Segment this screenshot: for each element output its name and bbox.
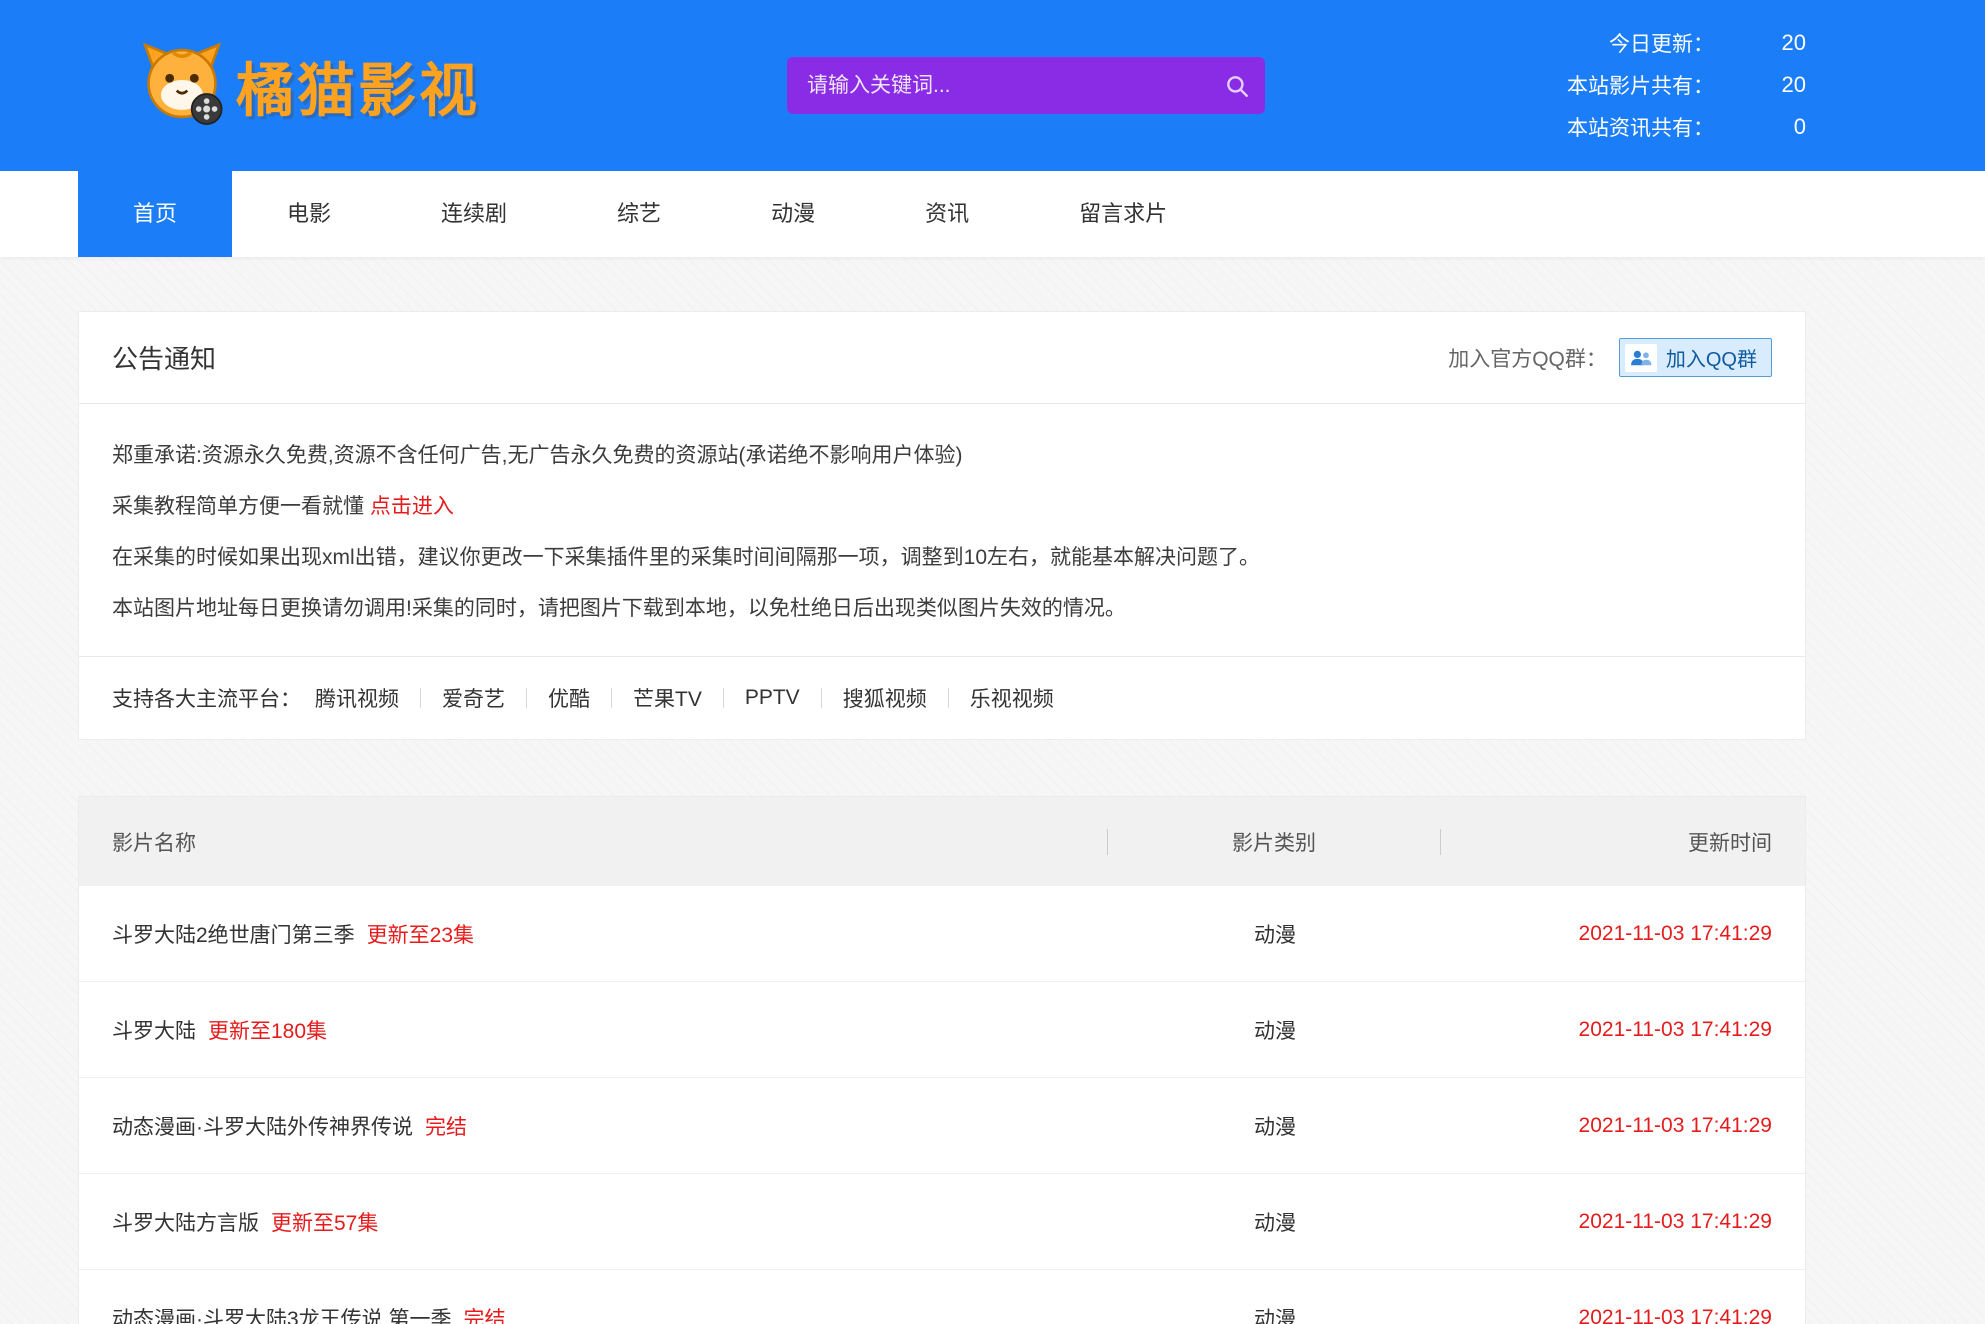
table-row[interactable]: 斗罗大陆更新至180集 动漫 2021-11-03 17:41:29 <box>79 982 1805 1078</box>
video-update-time: 2021-11-03 17:41:29 <box>1441 1018 1805 1042</box>
platform-link-letv[interactable]: 乐视视频 <box>970 683 1054 713</box>
nav-item-home[interactable]: 首页 <box>78 171 232 257</box>
video-table: 影片名称 影片类别 更新时间 斗罗大陆2绝世唐门第三季更新至23集 动漫 202… <box>78 796 1806 1324</box>
video-status: 更新至180集 <box>208 1020 327 1043</box>
divider <box>611 688 612 708</box>
notice-line-promise: 郑重承诺:资源永久免费,资源不含任何广告,无广告永久免费的资源站(承诺绝不影响用… <box>112 430 1772 481</box>
notice-title: 公告通知 <box>112 339 216 376</box>
divider <box>420 688 421 708</box>
main-nav: 首页 电影 连续剧 综艺 动漫 资讯 留言求片 <box>0 171 1985 257</box>
qq-group-area: 加入官方QQ群： 加入QQ群 <box>1448 338 1772 377</box>
video-update-time: 2021-11-03 17:41:29 <box>1441 1114 1805 1138</box>
platform-link-iqiyi[interactable]: 爱奇艺 <box>442 683 505 713</box>
notice-line-tutorial: 采集教程简单方便一看就懂 点击进入 <box>112 481 1772 532</box>
notice-line-image-tip: 本站图片地址每日更换请勿调用!采集的同时，请把图片下载到本地，以免杜绝日后出现类… <box>112 583 1772 634</box>
nav-item-news[interactable]: 资讯 <box>870 171 1024 257</box>
divider <box>821 688 822 708</box>
table-row[interactable]: 斗罗大陆2绝世唐门第三季更新至23集 动漫 2021-11-03 17:41:2… <box>79 886 1805 982</box>
site-logo[interactable]: 橘猫影视 <box>138 39 480 132</box>
main-content: 公告通知 加入官方QQ群： 加入QQ群 <box>78 311 1806 1324</box>
video-status: 完结 <box>464 1308 506 1324</box>
video-update-time: 2021-11-03 17:41:29 <box>1441 922 1805 946</box>
divider <box>526 688 527 708</box>
video-category: 动漫 <box>1109 1207 1441 1237</box>
stat-label: 本站资讯共有： <box>1567 112 1714 142</box>
search-input[interactable] <box>787 57 1209 114</box>
notice-card-header: 公告通知 加入官方QQ群： 加入QQ群 <box>79 312 1805 404</box>
table-row[interactable]: 斗罗大陆方言版更新至57集 动漫 2021-11-03 17:41:29 <box>79 1174 1805 1270</box>
video-name-cell: 斗罗大陆2绝世唐门第三季更新至23集 <box>79 919 1109 949</box>
notice-body: 郑重承诺:资源永久免费,资源不含任何广告,无广告永久免费的资源站(承诺绝不影响用… <box>79 404 1805 656</box>
nav-items: 首页 电影 连续剧 综艺 动漫 资讯 留言求片 <box>78 171 1985 257</box>
video-name-cell: 斗罗大陆更新至180集 <box>79 1015 1109 1045</box>
platform-link-tencent[interactable]: 腾讯视频 <box>315 683 399 713</box>
platforms-label: 支持各大主流平台： <box>112 683 301 713</box>
video-title-link[interactable]: 动态漫画·斗罗大陆外传神界传说 <box>112 1116 413 1139</box>
search-icon[interactable] <box>1209 57 1265 114</box>
video-category: 动漫 <box>1109 1015 1441 1045</box>
tutorial-text: 采集教程简单方便一看就懂 <box>112 495 370 518</box>
stat-value: 20 <box>1714 72 1806 98</box>
platforms-bar: 支持各大主流平台： 腾讯视频 爱奇艺 优酷 芒果TV PPTV 搜狐视频 乐视视… <box>79 656 1805 739</box>
stat-total-videos: 本站影片共有： 20 <box>1567 64 1806 106</box>
nav-item-anime[interactable]: 动漫 <box>716 171 870 257</box>
nav-item-variety[interactable]: 综艺 <box>562 171 716 257</box>
stat-today-updates: 今日更新： 20 <box>1567 22 1806 64</box>
video-category: 动漫 <box>1109 1303 1441 1324</box>
search-box <box>787 57 1265 114</box>
column-header-time: 更新时间 <box>1441 827 1805 857</box>
site-name: 橘猫影视 <box>236 44 480 128</box>
click-enter-link[interactable]: 点击进入 <box>370 495 454 518</box>
video-update-time: 2021-11-03 17:41:29 <box>1441 1210 1805 1234</box>
nav-item-request[interactable]: 留言求片 <box>1024 171 1222 257</box>
table-row[interactable]: 动态漫画·斗罗大陆外传神界传说完结 动漫 2021-11-03 17:41:29 <box>79 1078 1805 1174</box>
cat-logo-icon <box>138 39 226 132</box>
platform-link-sohu[interactable]: 搜狐视频 <box>843 683 927 713</box>
video-title-link[interactable]: 斗罗大陆 <box>112 1020 196 1043</box>
nav-item-movies[interactable]: 电影 <box>232 171 386 257</box>
site-stats: 今日更新： 20 本站影片共有： 20 本站资讯共有： 0 <box>1567 22 1806 148</box>
video-status: 更新至57集 <box>271 1212 378 1235</box>
column-header-category: 影片类别 <box>1108 827 1440 857</box>
divider <box>723 688 724 708</box>
page: 橘猫影视 今日更新： 20 本站影片共有： 20 本站资讯共有： 0 <box>0 0 1985 1324</box>
video-status: 更新至23集 <box>367 924 474 947</box>
qq-group-label: 加入官方QQ群： <box>1448 343 1607 373</box>
site-header: 橘猫影视 今日更新： 20 本站影片共有： 20 本站资讯共有： 0 <box>0 0 1985 171</box>
video-name-cell: 动态漫画·斗罗大陆外传神界传说完结 <box>79 1111 1109 1141</box>
join-qq-button[interactable]: 加入QQ群 <box>1619 338 1772 377</box>
nav-item-series[interactable]: 连续剧 <box>386 171 562 257</box>
video-status: 完结 <box>425 1116 467 1139</box>
notice-line-xml-tip: 在采集的时候如果出现xml出错，建议你更改一下采集插件里的采集时间间隔那一项，调… <box>112 532 1772 583</box>
video-update-time: 2021-11-03 17:41:29 <box>1441 1306 1805 1324</box>
video-category: 动漫 <box>1109 919 1441 949</box>
column-header-name: 影片名称 <box>79 827 1107 857</box>
divider <box>948 688 949 708</box>
platform-link-pptv[interactable]: PPTV <box>745 686 800 710</box>
table-header-row: 影片名称 影片类别 更新时间 <box>79 797 1805 886</box>
stat-label: 本站影片共有： <box>1567 70 1714 100</box>
join-qq-button-label: 加入QQ群 <box>1666 343 1757 372</box>
platform-link-youku[interactable]: 优酷 <box>548 683 590 713</box>
platform-link-mgtv[interactable]: 芒果TV <box>633 683 702 713</box>
stat-total-news: 本站资讯共有： 0 <box>1567 106 1806 148</box>
video-name-cell: 动态漫画·斗罗大陆3龙王传说 第一季完结 <box>79 1303 1109 1324</box>
table-row[interactable]: 动态漫画·斗罗大陆3龙王传说 第一季完结 动漫 2021-11-03 17:41… <box>79 1270 1805 1324</box>
qq-group-icon <box>1625 344 1657 372</box>
video-name-cell: 斗罗大陆方言版更新至57集 <box>79 1207 1109 1237</box>
video-category: 动漫 <box>1109 1111 1441 1141</box>
stat-value: 0 <box>1714 114 1806 140</box>
video-title-link[interactable]: 斗罗大陆2绝世唐门第三季 <box>112 924 355 947</box>
notice-card: 公告通知 加入官方QQ群： 加入QQ群 <box>78 311 1806 740</box>
video-title-link[interactable]: 动态漫画·斗罗大陆3龙王传说 第一季 <box>112 1308 452 1324</box>
stat-label: 今日更新： <box>1609 28 1714 58</box>
stat-value: 20 <box>1714 30 1806 56</box>
video-title-link[interactable]: 斗罗大陆方言版 <box>112 1212 259 1235</box>
